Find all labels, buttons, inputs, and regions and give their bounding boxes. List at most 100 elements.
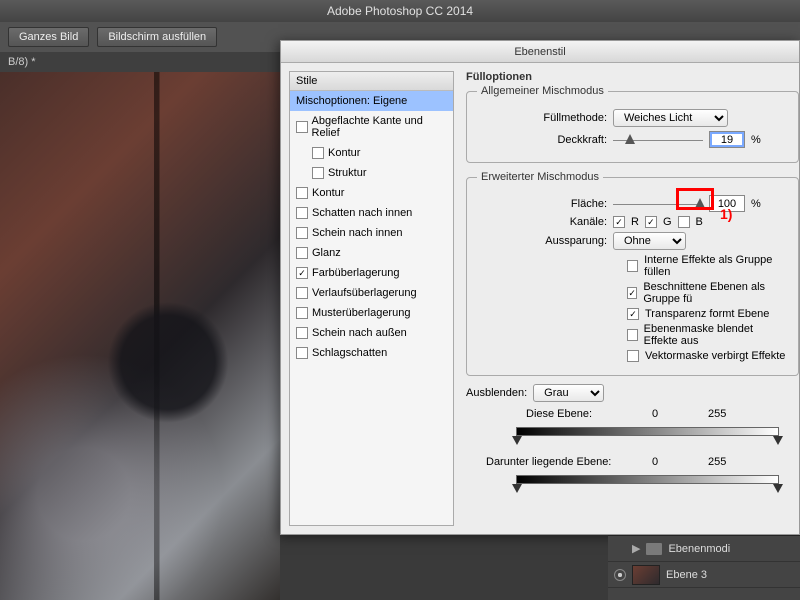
knockout-label: Aussparung: [477,235,607,247]
channels-label: Kanäle: [477,216,607,228]
style-item-label: Struktur [328,167,367,179]
knockout-select[interactable]: Ohne [613,232,686,250]
blend-mode-label: Füllmethode: [477,112,607,124]
disclosure-icon[interactable]: ▶ [632,542,640,555]
style-checkbox[interactable] [296,327,308,339]
options-panel: Fülloptionen Allgemeiner Mischmodus Füll… [454,63,799,534]
style-checkbox[interactable] [296,227,308,239]
opacity-slider[interactable] [613,132,703,148]
adv-option-label: Ebenenmaske blendet Effekte aus [644,323,788,347]
fill-opacity-pct: % [751,198,761,210]
style-item-label: Schlagschatten [312,347,387,359]
style-checkbox[interactable] [312,167,324,179]
opacity-label: Deckkraft: [477,134,607,146]
style-checkbox[interactable] [296,287,308,299]
style-item[interactable]: ✓ Farbüberlagerung [290,263,453,283]
adv-option-label: Beschnittene Ebenen als Gruppe fü [643,281,788,305]
style-item[interactable]: Schlagschatten [290,343,453,363]
fill-screen-button[interactable]: Bildschirm ausfüllen [97,27,217,47]
adv-option-row: Interne Effekte als Gruppe füllen [627,254,788,278]
style-item[interactable]: Struktur [290,163,453,183]
general-blend-legend: Allgemeiner Mischmodus [477,85,608,97]
style-checkbox[interactable] [312,147,324,159]
this-layer-slider[interactable] [466,424,799,442]
canvas[interactable] [0,72,280,600]
fill-options-legend: Fülloptionen [466,71,799,83]
adv-option-label: Transparenz formt Ebene [645,308,769,320]
under-layer-label: Darunter liegende Ebene: [486,456,646,468]
style-item-label: Musterüberlagerung [312,307,410,319]
style-item-label: Mischoptionen: Eigene [296,95,407,107]
style-checkbox[interactable] [296,247,308,259]
style-item[interactable]: Kontur [290,143,453,163]
channel-g-label: G [663,216,672,228]
opacity-pct: % [751,134,761,146]
style-item[interactable]: Glanz [290,243,453,263]
style-item[interactable]: Schein nach innen [290,223,453,243]
adv-option-row: ✓ Beschnittene Ebenen als Gruppe fü [627,281,788,305]
adv-option-label: Interne Effekte als Gruppe füllen [644,254,788,278]
adv-option-checkbox[interactable]: ✓ [627,308,639,320]
style-item[interactable]: Mischoptionen: Eigene [290,91,453,111]
channel-b-label: B [696,216,703,228]
under-layer-v0: 0 [652,456,702,468]
layer-group-label: Ebenenmodi [668,543,730,555]
style-checkbox[interactable] [296,347,308,359]
channel-r-checkbox[interactable]: ✓ [613,216,625,228]
advanced-blend-group: Erweiterter Mischmodus Fläche: % Kanäle:… [466,171,799,376]
this-layer-v255: 255 [708,408,726,420]
style-item[interactable]: Schein nach außen [290,323,453,343]
fit-image-button[interactable]: Ganzes Bild [8,27,89,47]
styles-list: Stile Mischoptionen: Eigene Abgeflachte K… [289,71,454,526]
blendif-label: Ausblenden: [466,387,527,399]
style-item[interactable]: Kontur [290,183,453,203]
advanced-blend-legend: Erweiterter Mischmodus [477,171,603,183]
adv-option-checkbox[interactable] [627,260,638,272]
style-checkbox[interactable]: ✓ [296,267,308,279]
adv-option-label: Vektormaske verbirgt Effekte [645,350,785,362]
channel-g-checkbox[interactable]: ✓ [645,216,657,228]
channel-b-checkbox[interactable] [678,216,690,228]
style-item-label: Schatten nach innen [312,207,412,219]
layer-thumbnail [632,565,660,585]
blendif-select[interactable]: Grau [533,384,604,402]
style-item-label: Farbüberlagerung [312,267,399,279]
general-blend-group: Allgemeiner Mischmodus Füllmethode: Weic… [466,85,799,163]
style-item-label: Verlaufsüberlagerung [312,287,417,299]
adv-option-row: Vektormaske verbirgt Effekte [627,350,788,362]
adv-option-checkbox[interactable] [627,329,638,341]
adv-option-row: Ebenenmaske blendet Effekte aus [627,323,788,347]
opacity-input[interactable] [709,131,745,148]
style-item[interactable]: Musterüberlagerung [290,303,453,323]
layer-row[interactable]: Ebene 3 [608,562,800,588]
annotation-label: 1) [720,206,732,222]
under-layer-v255: 255 [708,456,726,468]
style-item-label: Kontur [328,147,360,159]
style-checkbox[interactable] [296,207,308,219]
style-checkbox[interactable] [296,187,308,199]
visibility-icon[interactable] [614,569,626,581]
dialog-title: Ebenenstil [281,41,799,63]
style-item-label: Abgeflachte Kante und Relief [312,115,447,139]
this-layer-label: Diese Ebene: [526,408,646,420]
blend-mode-select[interactable]: Weiches Licht [613,109,728,127]
adv-option-checkbox[interactable] [627,350,639,362]
style-item[interactable]: Schatten nach innen [290,203,453,223]
under-layer-slider[interactable] [466,472,799,490]
app-titlebar: Adobe Photoshop CC 2014 [0,0,800,22]
style-item[interactable]: Abgeflachte Kante und Relief [290,111,453,143]
style-checkbox[interactable] [296,307,308,319]
layer-label: Ebene 3 [666,569,707,581]
folder-icon [646,543,662,555]
adv-option-checkbox[interactable]: ✓ [627,287,637,299]
style-item-label: Schein nach innen [312,227,403,239]
layer-group-row[interactable]: ▶ Ebenenmodi [608,536,800,562]
style-checkbox[interactable] [296,121,308,133]
channel-r-label: R [631,216,639,228]
style-item[interactable]: Verlaufsüberlagerung [290,283,453,303]
layer-style-dialog: Ebenenstil Stile Mischoptionen: Eigene Ab… [280,40,800,535]
styles-header: Stile [290,72,453,91]
style-item-label: Kontur [312,187,344,199]
fill-opacity-label: Fläche: [477,198,607,210]
style-item-label: Glanz [312,247,341,259]
